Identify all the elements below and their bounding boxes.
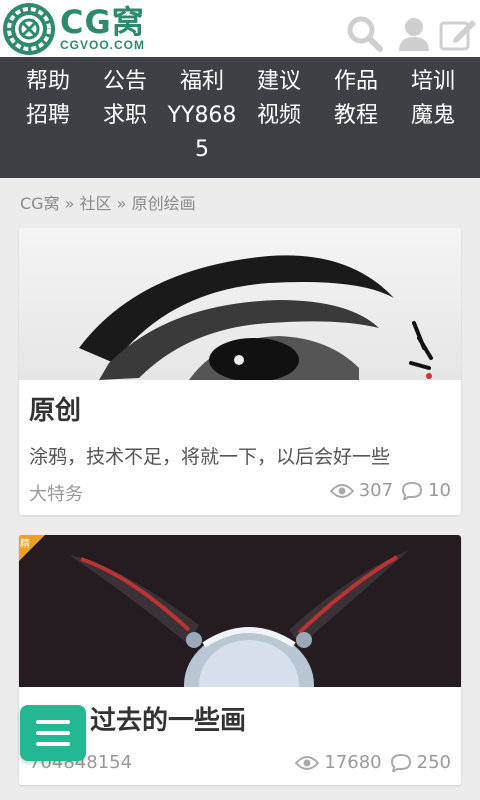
gear-logo-icon: [3, 3, 55, 55]
post-thumbnail: [19, 228, 461, 380]
nav-item-notice[interactable]: 公告: [90, 65, 160, 99]
edit-icon[interactable]: [438, 16, 478, 52]
breadcrumb-separator: »: [64, 194, 75, 213]
category-nav: 帮助 公告 福利 建议 作品 培训 招聘 求职 YY868 5 视频 教程 魔鬼: [0, 57, 480, 178]
post-excerpt: 涂鸦，技术不足，将就一下，以后会好一些: [29, 446, 391, 468]
post-stats: 17680 250: [295, 752, 451, 773]
site-logo[interactable]: CG窝 CGVOO.COM: [0, 2, 185, 55]
search-icon[interactable]: [345, 16, 385, 52]
post-thumbnail: [19, 535, 461, 687]
featured-badge: 精: [19, 535, 45, 561]
floating-menu-button[interactable]: [20, 705, 86, 761]
breadcrumb-home[interactable]: CG窝: [20, 194, 60, 213]
views-stat: 307: [329, 480, 394, 501]
nav-item-devil[interactable]: 魔鬼: [398, 99, 468, 133]
comments-stat: 250: [390, 752, 451, 773]
nav-item-training[interactable]: 培训: [398, 65, 468, 99]
views-count: 307: [358, 480, 394, 501]
app-header: CG窝 CGVOO.COM: [0, 0, 480, 57]
nav-item-welfare[interactable]: 福利: [167, 65, 237, 99]
nav-item-jobseek[interactable]: 求职: [90, 99, 160, 133]
nav-item-help[interactable]: 帮助: [13, 65, 83, 99]
views-stat: 17680: [295, 752, 382, 773]
nav-item-works[interactable]: 作品: [321, 65, 391, 99]
brand-domain: CGVOO.COM: [60, 38, 146, 52]
breadcrumb: CG窝 » 社区 » 原创绘画: [20, 190, 196, 214]
post-card[interactable]: 原创 涂鸦，技术不足，将就一下，以后会好一些 大特务 307 10: [19, 228, 461, 515]
user-icon[interactable]: [394, 16, 434, 52]
menu-icon: [36, 720, 70, 724]
post-stats: 307 10: [329, 480, 451, 501]
nav-item-tutorial[interactable]: 教程: [321, 99, 391, 133]
nav-item-recruit[interactable]: 招聘: [13, 99, 83, 133]
nav-item-yy[interactable]: YY868 5: [160, 99, 244, 167]
comment-icon: [390, 753, 411, 772]
comments-count: 250: [416, 752, 451, 773]
comments-stat: 10: [401, 480, 451, 501]
post-title[interactable]: 原创: [29, 390, 81, 427]
nav-item-video[interactable]: 视频: [244, 99, 314, 133]
nav-item-suggestion[interactable]: 建议: [244, 65, 314, 99]
breadcrumb-current[interactable]: 原创绘画: [132, 194, 196, 213]
breadcrumb-separator: »: [116, 194, 127, 213]
comment-icon: [402, 481, 423, 500]
post-author[interactable]: 大特务: [29, 480, 83, 506]
views-count: 17680: [324, 752, 382, 773]
comments-count: 10: [428, 480, 451, 501]
breadcrumb-community[interactable]: 社区: [80, 194, 112, 213]
eye-icon: [329, 483, 354, 498]
brand-name: CG窝: [60, 3, 145, 41]
eye-icon: [295, 755, 320, 770]
